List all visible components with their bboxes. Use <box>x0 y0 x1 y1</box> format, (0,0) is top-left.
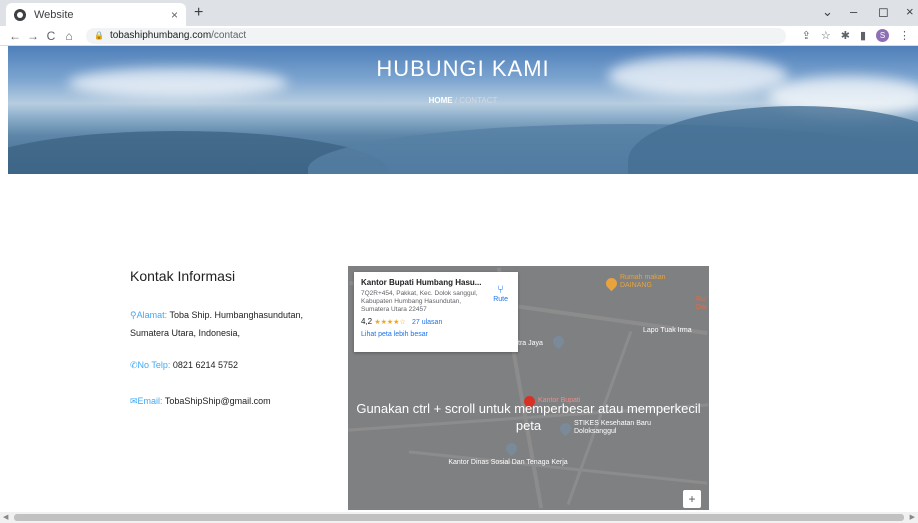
poi-label: Kantor Dinas Sosial Dan Tenaga Kerja <box>448 459 568 466</box>
email-label: Email: <box>137 396 163 406</box>
reviews-link[interactable]: 27 ulasan <box>412 319 442 326</box>
globe-icon <box>14 8 26 21</box>
place-address: 7Q2R+454, Pakkat, Kec. Dolok sanggul, Ka… <box>361 290 478 313</box>
tab-close-button[interactable]: × <box>171 8 178 22</box>
forward-icon[interactable]: → <box>24 29 42 43</box>
phone-icon: ✆ <box>130 360 138 370</box>
directions-button[interactable]: ⑂ Rute <box>493 284 508 303</box>
address-bar[interactable]: 🔒 tobashiphumbang.com/contact <box>86 27 786 44</box>
share-icon[interactable]: ⇪ <box>802 29 811 42</box>
map-scroll-hint: Gunakan ctrl + scroll untuk memperbesar … <box>356 401 701 433</box>
sidepanel-icon[interactable]: ▮ <box>860 29 866 42</box>
page-title: HUBUNGI KAMI <box>376 56 550 81</box>
new-tab-button[interactable]: + <box>194 4 203 22</box>
email-info: ✉Email: TobaShipShip@gmail.com <box>130 392 330 410</box>
place-name: Kantor Bupati Humbang Hasu... <box>361 278 482 287</box>
extensions-icon[interactable]: ✱ <box>841 29 850 42</box>
lock-icon: 🔒 <box>94 31 104 40</box>
back-icon[interactable]: ← <box>6 29 24 43</box>
location-pin-icon: ⚲ <box>130 310 137 320</box>
embedded-map[interactable]: Rumah makan DAINANG Ru Dar Lapo Tuak Irm… <box>348 266 709 510</box>
poi-label: Rumah makan DAINANG <box>620 274 666 289</box>
envelope-icon: ✉ <box>130 396 138 406</box>
scroll-right-icon[interactable]: ▶ <box>910 512 915 523</box>
toolbar-icons: ⇪ ☆ ✱ ▮ S ⋮ <box>802 29 910 42</box>
hero-banner: HUBUNGI KAMI HOME / CONTACT <box>8 46 918 174</box>
directions-label: Rute <box>493 296 508 303</box>
email-value: TobaShipShip@gmail.com <box>164 396 271 406</box>
bookmark-star-icon[interactable]: ☆ <box>821 29 831 42</box>
poi-label: Lapo Tuak Irma <box>643 327 692 334</box>
browser-toolbar: ← → C ⌂ 🔒 tobashiphumbang.com/contact ⇪ … <box>0 26 918 46</box>
reload-icon[interactable]: C <box>42 29 60 43</box>
poi-label: tra Jaya <box>518 340 543 347</box>
directions-icon: ⑂ <box>497 284 504 296</box>
scrollbar-thumb[interactable] <box>14 514 904 521</box>
phone-value: 0821 6214 5752 <box>172 360 238 370</box>
address-label: Alamat: <box>136 310 168 320</box>
zoom-in-button[interactable]: + <box>683 490 701 508</box>
url-host: tobashiphumbang.com <box>109 30 212 41</box>
rating-stars: ★★★★☆ <box>374 319 406 326</box>
breadcrumb-home[interactable]: HOME <box>429 96 453 105</box>
tab-search-icon[interactable]: ⌄ <box>822 4 833 20</box>
contact-heading: Kontak Informasi <box>130 268 236 284</box>
scroll-left-icon[interactable]: ◀ <box>3 512 8 523</box>
menu-icon[interactable]: ⋮ <box>899 29 910 42</box>
maximize-button[interactable]: ◻ <box>878 4 889 20</box>
rating-value: 4,2 <box>361 317 373 326</box>
home-icon[interactable]: ⌂ <box>60 29 78 43</box>
phone-label: No Telp: <box>137 360 171 370</box>
address-info: ⚲Alamat: Toba Ship. Humbanghasundutan, S… <box>130 306 330 342</box>
url-path: /contact <box>211 30 247 41</box>
phone-info: ✆No Telp: 0821 6214 5752 <box>130 356 330 374</box>
browser-tab[interactable]: Website × <box>6 3 186 26</box>
poi-label: Ru Dar <box>696 296 708 311</box>
browser-tab-bar: Website × + ⌄ – ◻ × <box>0 0 918 26</box>
close-window-button[interactable]: × <box>906 4 914 19</box>
place-info-card: Kantor Bupati Humbang Hasu... 7Q2R+454, … <box>354 272 518 352</box>
breadcrumb-current: CONTACT <box>459 96 498 105</box>
horizontal-scrollbar[interactable]: ◀ ▶ <box>0 512 918 523</box>
tab-title: Website <box>34 8 74 21</box>
minimize-button[interactable]: – <box>850 4 857 19</box>
place-rating: 4,2 ★★★★☆ 27 ulasan <box>361 317 511 326</box>
breadcrumb: HOME / CONTACT <box>8 96 918 105</box>
larger-map-link[interactable]: Lihat peta lebih besar <box>361 331 511 338</box>
profile-avatar[interactable]: S <box>876 29 889 42</box>
